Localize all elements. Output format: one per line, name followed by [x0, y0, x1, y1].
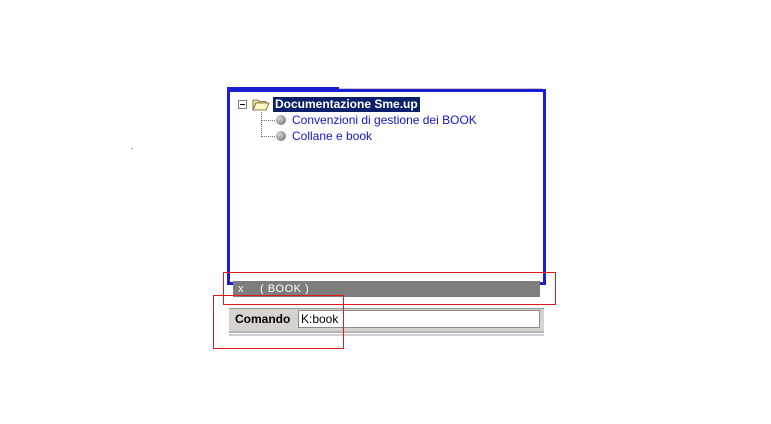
- collapse-toggle-icon[interactable]: [238, 100, 247, 109]
- annotation-box-command: [213, 295, 344, 349]
- stray-mark: [131, 148, 133, 149]
- tree-item-collane[interactable]: Collane e book: [292, 129, 372, 144]
- tree-connector: [261, 120, 275, 121]
- tree-root-label[interactable]: Documentazione Sme.up: [273, 97, 420, 112]
- tree-item-convenzioni[interactable]: Convenzioni di gestione dei BOOK: [292, 113, 477, 128]
- tree-connector: [261, 136, 275, 137]
- tree-connector: [261, 112, 262, 137]
- tree-view: Documentazione Sme.up Convenzioni di ges…: [233, 95, 540, 282]
- gray-ball-icon: [276, 115, 286, 125]
- gray-ball-icon: [276, 131, 286, 141]
- tree-panel: Documentazione Sme.up Convenzioni di ges…: [227, 89, 546, 285]
- folder-open-icon: [252, 99, 270, 111]
